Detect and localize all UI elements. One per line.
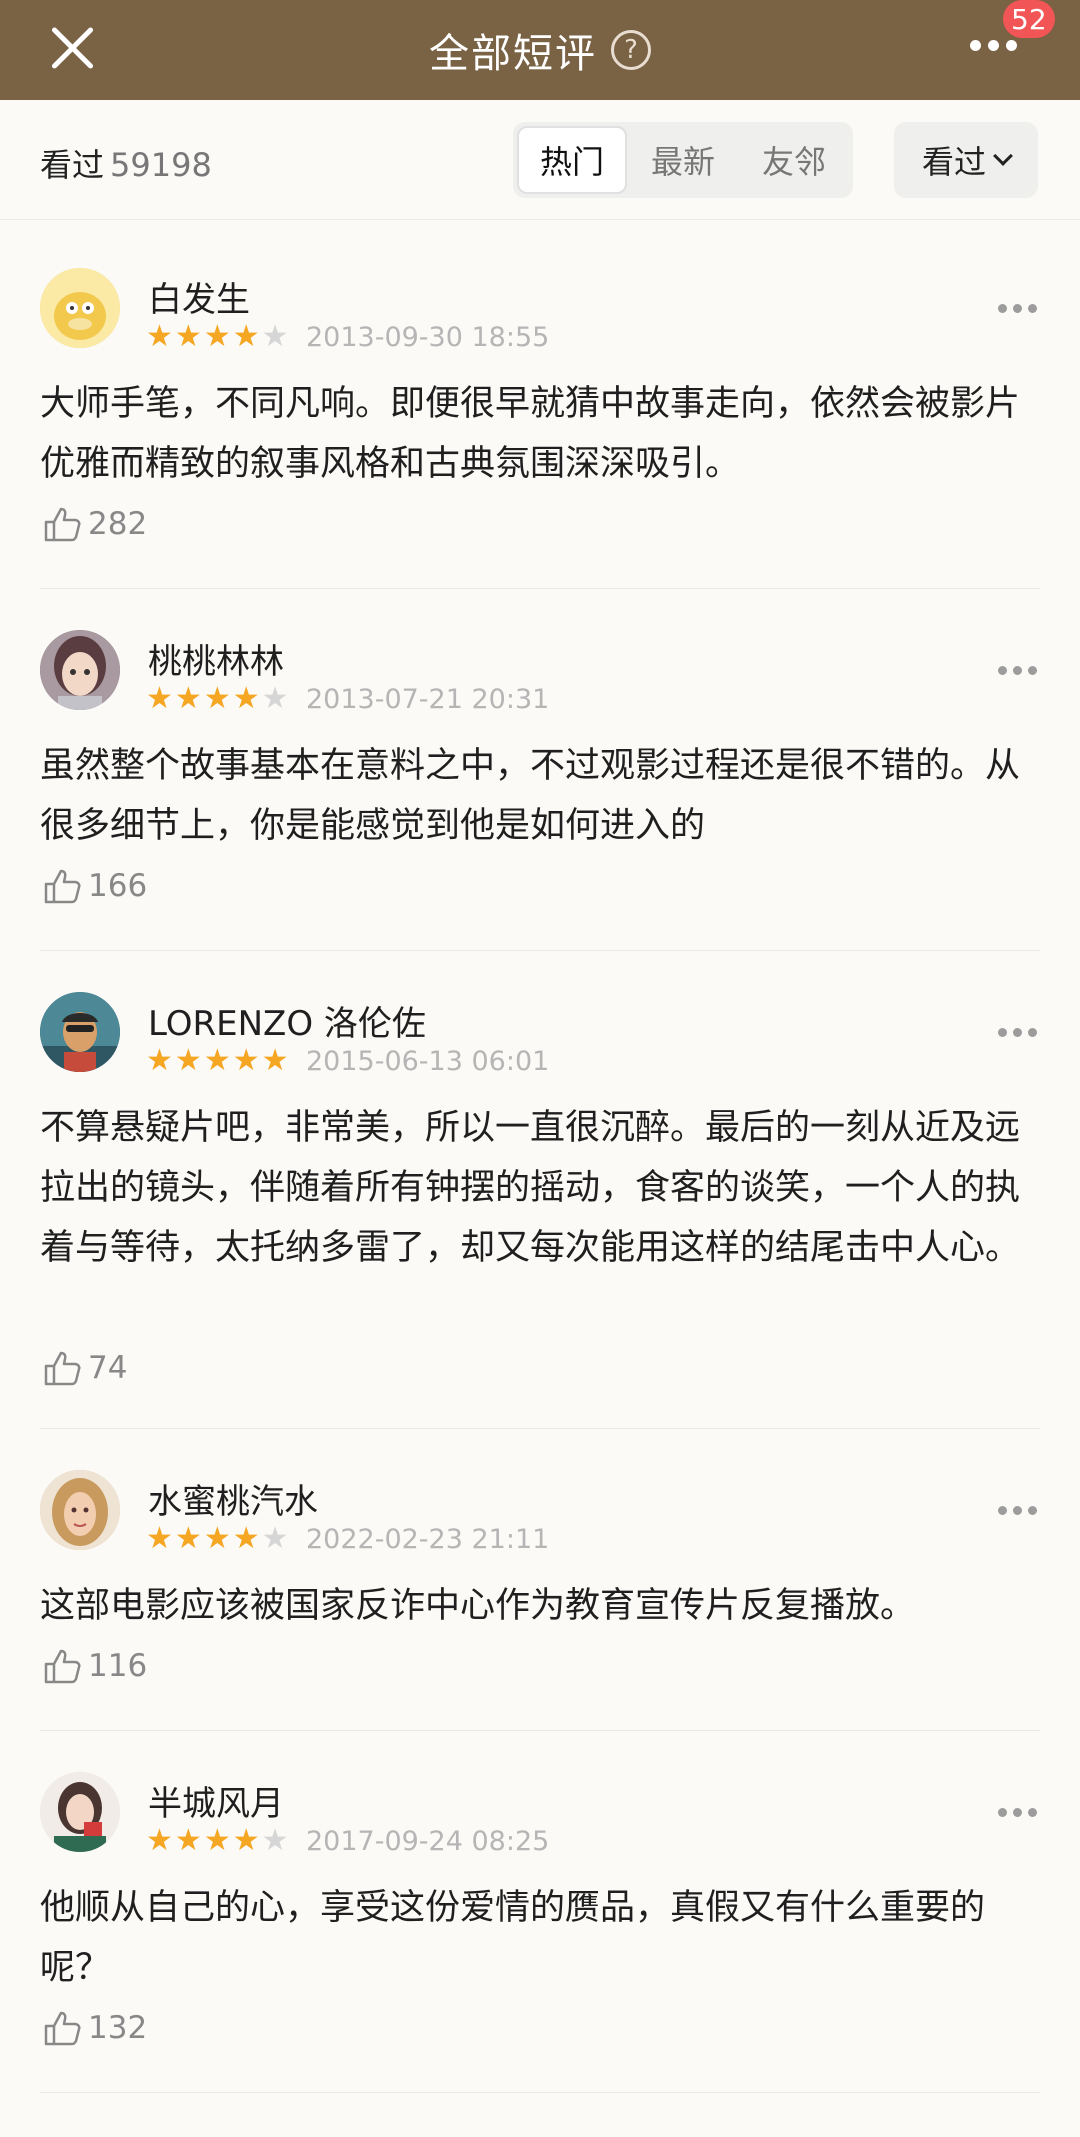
avatar[interactable] — [40, 630, 120, 710]
rating-stars: ★ ★ ★ ★ ★ — [146, 1046, 289, 1076]
seen-summary: 看过 59198 — [40, 140, 212, 186]
avatar[interactable] — [40, 268, 120, 348]
rating-stars: ★ ★ ★ ★ ★ — [146, 1826, 289, 1856]
like-button[interactable]: 282 — [40, 502, 147, 546]
star-filled-icon: ★ — [203, 1823, 231, 1858]
username[interactable]: 水蜜桃汽水 — [148, 1474, 318, 1523]
chevron-down-icon — [993, 146, 1013, 166]
avatar[interactable] — [40, 992, 120, 1072]
star-filled-icon: ★ — [146, 1823, 173, 1858]
sort-tabs: 热门 最新 友邻 — [513, 122, 853, 198]
divider — [40, 1730, 1040, 1731]
close-icon[interactable] — [42, 18, 104, 80]
like-button[interactable]: 74 — [40, 1346, 127, 1390]
tab-latest[interactable]: 最新 — [628, 126, 738, 194]
star-filled-icon: ★ — [174, 681, 202, 716]
avatar[interactable] — [40, 1772, 120, 1852]
divider — [40, 2092, 1040, 2093]
top-bar: 全部短评 ? 52 — [0, 0, 1080, 100]
review-date: 2013-09-30 18:55 — [306, 322, 550, 353]
notification-badge: 52 — [1003, 0, 1055, 38]
star-filled-icon: ★ — [203, 1521, 231, 1556]
thumbs-up-icon — [44, 1649, 81, 1684]
thumbs-up-icon — [44, 2011, 81, 2046]
rating-stars: ★ ★ ★ ★ ★ — [146, 684, 289, 714]
star-filled-icon: ★ — [203, 681, 231, 716]
avatar[interactable] — [40, 1470, 120, 1550]
divider — [40, 588, 1040, 589]
like-count: 166 — [88, 868, 148, 904]
review-text: 这部电影应该被国家反诈中心作为教育宣传片反复播放。 — [40, 1586, 916, 1626]
title-wrap: 全部短评 ? — [0, 0, 1080, 100]
like-count: 116 — [88, 1648, 148, 1684]
star-filled-icon: ★ — [174, 1521, 202, 1556]
star-filled-icon: ★ — [174, 1043, 202, 1078]
star-filled-icon: ★ — [203, 1043, 231, 1078]
star-filled-icon: ★ — [146, 1521, 173, 1556]
star-empty-icon: ★ — [261, 319, 289, 354]
star-filled-icon: ★ — [174, 1823, 202, 1858]
tab-hot[interactable]: 热门 — [517, 126, 627, 194]
star-empty-icon: ★ — [261, 681, 289, 716]
star-filled-icon: ★ — [203, 319, 231, 354]
more-options-icon[interactable] — [998, 1808, 1037, 1817]
status-dropdown[interactable]: 看过 — [894, 122, 1038, 198]
page-title: 全部短评 — [429, 31, 597, 77]
star-filled-icon: ★ — [232, 1043, 260, 1078]
thumbs-up-icon — [44, 1351, 81, 1386]
star-filled-icon: ★ — [146, 1043, 173, 1078]
like-count: 132 — [88, 2010, 148, 2046]
more-options-icon[interactable] — [998, 304, 1037, 313]
review-text: 他顺从自己的心，享受这份爱情的赝品，真假又有什么重要的呢？ — [40, 1888, 986, 1988]
help-icon[interactable]: ? — [611, 30, 651, 70]
review-date: 2017-09-24 08:25 — [306, 1826, 550, 1857]
review-text: 大师手笔，不同凡响。即便很早就猜中故事走向，依然会被影片优雅而精致的叙事风格和古… — [40, 384, 1021, 484]
like-count: 282 — [88, 506, 148, 542]
like-button[interactable]: 166 — [40, 864, 147, 908]
like-button[interactable]: 132 — [40, 2006, 147, 2050]
star-filled-icon: ★ — [174, 319, 202, 354]
rating-stars: ★ ★ ★ ★ ★ — [146, 322, 289, 352]
star-filled-icon: ★ — [232, 1521, 260, 1556]
username[interactable]: 桃桃林林 — [148, 634, 284, 683]
star-filled-icon: ★ — [261, 1043, 289, 1078]
username[interactable]: 半城风月 — [148, 1776, 284, 1825]
seen-count: 59198 — [110, 146, 212, 184]
star-filled-icon: ★ — [232, 1823, 260, 1858]
star-filled-icon: ★ — [232, 319, 260, 354]
rating-stars: ★ ★ ★ ★ ★ — [146, 1524, 289, 1554]
filter-bar: 看过 59198 热门 最新 友邻 看过 — [0, 100, 1080, 220]
seen-label: 看过 — [40, 146, 105, 184]
star-filled-icon: ★ — [146, 319, 173, 354]
username[interactable]: 白发生 — [148, 272, 250, 321]
review-text: 虽然整个故事基本在意料之中，不过观影过程还是很不错的。从很多细节上，你是能感觉到… — [40, 746, 1021, 846]
star-empty-icon: ★ — [261, 1521, 289, 1556]
review-date: 2013-07-21 20:31 — [306, 684, 550, 715]
more-options-icon[interactable] — [970, 40, 1017, 51]
thumbs-up-icon — [44, 507, 81, 542]
star-filled-icon: ★ — [232, 681, 260, 716]
thumbs-up-icon — [44, 869, 81, 904]
review-text: 不算悬疑片吧，非常美，所以一直很沉醉。最后的一刻从近及远拉出的镜头，伴随着所有钟… — [40, 1108, 1021, 1268]
review-date: 2022-02-23 21:11 — [306, 1524, 550, 1555]
like-button[interactable]: 116 — [40, 1644, 147, 1688]
star-filled-icon: ★ — [146, 681, 173, 716]
dropdown-label: 看过 — [921, 143, 986, 181]
more-options-icon[interactable] — [998, 666, 1037, 675]
tab-friends[interactable]: 友邻 — [739, 126, 849, 194]
star-empty-icon: ★ — [261, 1823, 289, 1858]
divider — [40, 1428, 1040, 1429]
like-count: 74 — [88, 1350, 128, 1386]
more-options-icon[interactable] — [998, 1506, 1037, 1515]
username[interactable]: LORENZO 洛伦佐 — [148, 996, 426, 1045]
review-date: 2015-06-13 06:01 — [306, 1046, 550, 1077]
divider — [40, 950, 1040, 951]
more-options-icon[interactable] — [998, 1028, 1037, 1037]
